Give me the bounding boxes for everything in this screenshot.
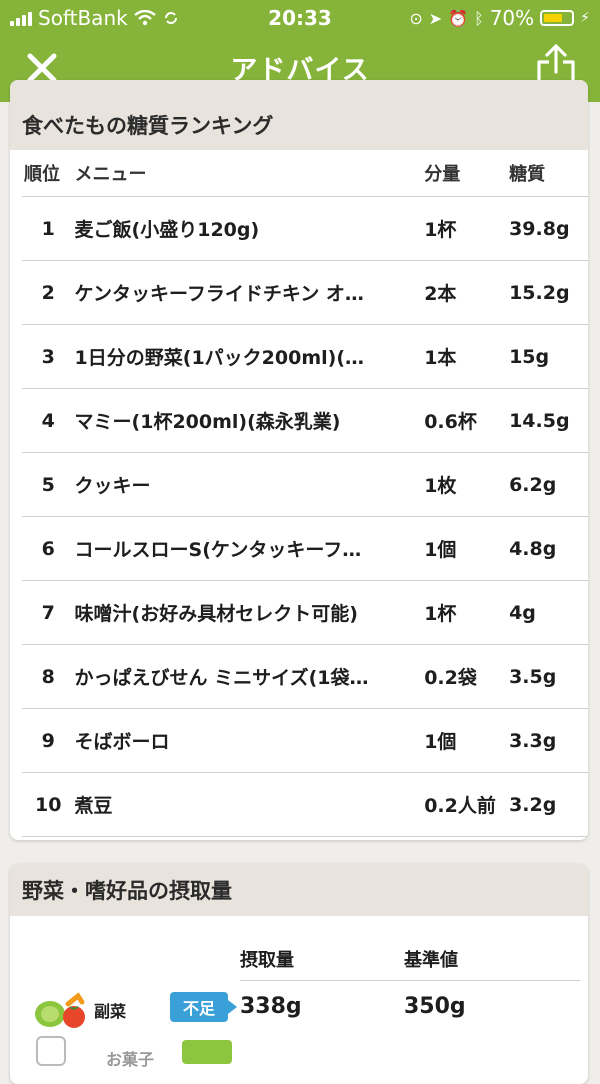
menu-cell: 味噌汁(お好み具材セレクト可能) [74, 580, 425, 645]
carb-ranking-title: 食べたもの糖質ランキング [10, 80, 588, 150]
quantity-cell: 1枚 [424, 452, 510, 517]
location-icon: ➤ [428, 8, 443, 28]
header-amount: 摂取量 [240, 950, 294, 971]
header-rank: 順位 [22, 150, 75, 197]
shortage-badge: 不足 [170, 992, 237, 1022]
vegetable-icon [35, 992, 85, 1028]
side-dish-reference: 350g [404, 994, 466, 1019]
snack-label: お菓子 [106, 1050, 155, 1069]
carbs-cell: 4.8g [509, 516, 588, 581]
menu-cell: そばボーロ [74, 708, 425, 773]
header-reference: 基準値 [404, 950, 458, 971]
table-row[interactable]: 9 そばボーロ 1個 3.3g [22, 708, 588, 773]
table-row[interactable]: 4 マミー(1杯200ml)(森永乳業) 0.6杯 14.5g [22, 388, 588, 453]
snack-status-badge [182, 1040, 232, 1064]
side-dish-label: 副菜 [94, 1002, 127, 1021]
quantity-cell: 1杯 [424, 580, 510, 645]
table-row[interactable]: 6 コールスローS(ケンタッキーフ… 1個 4.8g [22, 516, 588, 581]
carbs-cell: 6.2g [509, 452, 588, 517]
table-row[interactable]: 7 味噌汁(お好み具材セレクト可能) 1杯 4g [22, 580, 588, 645]
menu-cell: 1日分の野菜(1パック200ml)(… [74, 324, 425, 389]
carbs-cell: 3.5g [509, 644, 588, 709]
header-menu: メニュー [74, 150, 425, 197]
carbs-cell: 15g [509, 324, 588, 389]
menu-cell: ケンタッキーフライドチキン オ… [74, 260, 425, 325]
carbs-cell: 15.2g [509, 260, 588, 325]
intake-title: 野菜・嗜好品の摂取量 [10, 864, 588, 916]
menu-cell: コールスローS(ケンタッキーフ… [74, 516, 425, 581]
status-bar: SoftBank 20:33 ⊙ ➤ ⏰ ᛒ 70% ⚡ [0, 0, 600, 36]
rank-cell: 4 [22, 388, 75, 453]
quantity-cell: 0.2袋 [424, 644, 510, 709]
table-header-row: 順位 メニュー 分量 糖質 [22, 150, 588, 197]
rank-cell: 1 [22, 196, 75, 261]
carbs-cell: 3.3g [509, 708, 588, 773]
table-row[interactable]: 8 かっぱえびせん ミニサイズ(1袋… 0.2袋 3.5g [22, 644, 588, 709]
table-row[interactable]: 1 麦ご飯(小盛り120g) 1杯 39.8g [22, 196, 588, 261]
menu-cell: クッキー [74, 452, 425, 517]
rank-cell: 10 [22, 772, 75, 837]
battery-percent: 70% [489, 6, 535, 30]
intake-row-side-dish[interactable]: 副菜 不足 338g 350g [10, 984, 588, 1034]
menu-cell: マミー(1杯200ml)(森永乳業) [74, 388, 425, 453]
quantity-cell: 1個 [424, 516, 510, 581]
battery-icon [540, 10, 575, 26]
header-quantity: 分量 [424, 150, 510, 197]
menu-cell: 煮豆 [74, 772, 425, 837]
header-carbs: 糖質 [509, 150, 588, 197]
table-row[interactable]: 2 ケンタッキーフライドチキン オ… 2本 15.2g [22, 260, 588, 325]
snack-icon [36, 1036, 66, 1066]
rank-cell: 2 [22, 260, 75, 325]
charging-icon: ⚡ [580, 10, 590, 26]
vegetable-snack-intake-card: 野菜・嗜好品の摂取量 摂取量 基準値 副菜 不足 338g 350g お菓子 [10, 864, 588, 1084]
side-dish-amount: 338g [240, 994, 302, 1019]
menu-cell: かっぱえびせん ミニサイズ(1袋… [74, 644, 425, 709]
table-row[interactable]: 10 煮豆 0.2人前 3.2g [22, 772, 588, 837]
quantity-cell: 0.2人前 [424, 772, 510, 837]
carb-ranking-card: 食べたもの糖質ランキング 順位 メニュー 分量 糖質 1 麦ご飯(小盛り120g)… [10, 80, 588, 840]
carbs-cell: 3.2g [509, 772, 588, 837]
alarm-icon: ⏰ [448, 8, 469, 28]
carbs-cell: 4g [509, 580, 588, 645]
table-row[interactable]: 5 クッキー 1枚 6.2g [22, 452, 588, 517]
rank-cell: 8 [22, 644, 75, 709]
rank-cell: 7 [22, 580, 75, 645]
quantity-cell: 1杯 [424, 196, 510, 261]
quantity-cell: 0.6杯 [424, 388, 510, 453]
table-row[interactable]: 3 1日分の野菜(1パック200ml)(… 1本 15g [22, 324, 588, 389]
quantity-cell: 1個 [424, 708, 510, 773]
rank-cell: 3 [22, 324, 75, 389]
rank-cell: 5 [22, 452, 75, 517]
menu-cell: 麦ご飯(小盛り120g) [74, 196, 425, 261]
carbs-cell: 39.8g [509, 196, 588, 261]
rank-cell: 9 [22, 708, 75, 773]
intake-header: 摂取量 基準値 [240, 940, 580, 981]
quantity-cell: 1本 [424, 324, 510, 389]
rank-cell: 6 [22, 516, 75, 581]
lock-rotation-icon: ⊙ [409, 8, 423, 28]
carbs-cell: 14.5g [509, 388, 588, 453]
quantity-cell: 2本 [424, 260, 510, 325]
bluetooth-icon: ᛒ [474, 8, 484, 28]
carb-ranking-table: 順位 メニュー 分量 糖質 1 麦ご飯(小盛り120g) 1杯 39.8g 2 ケンタッキ… [22, 150, 588, 837]
